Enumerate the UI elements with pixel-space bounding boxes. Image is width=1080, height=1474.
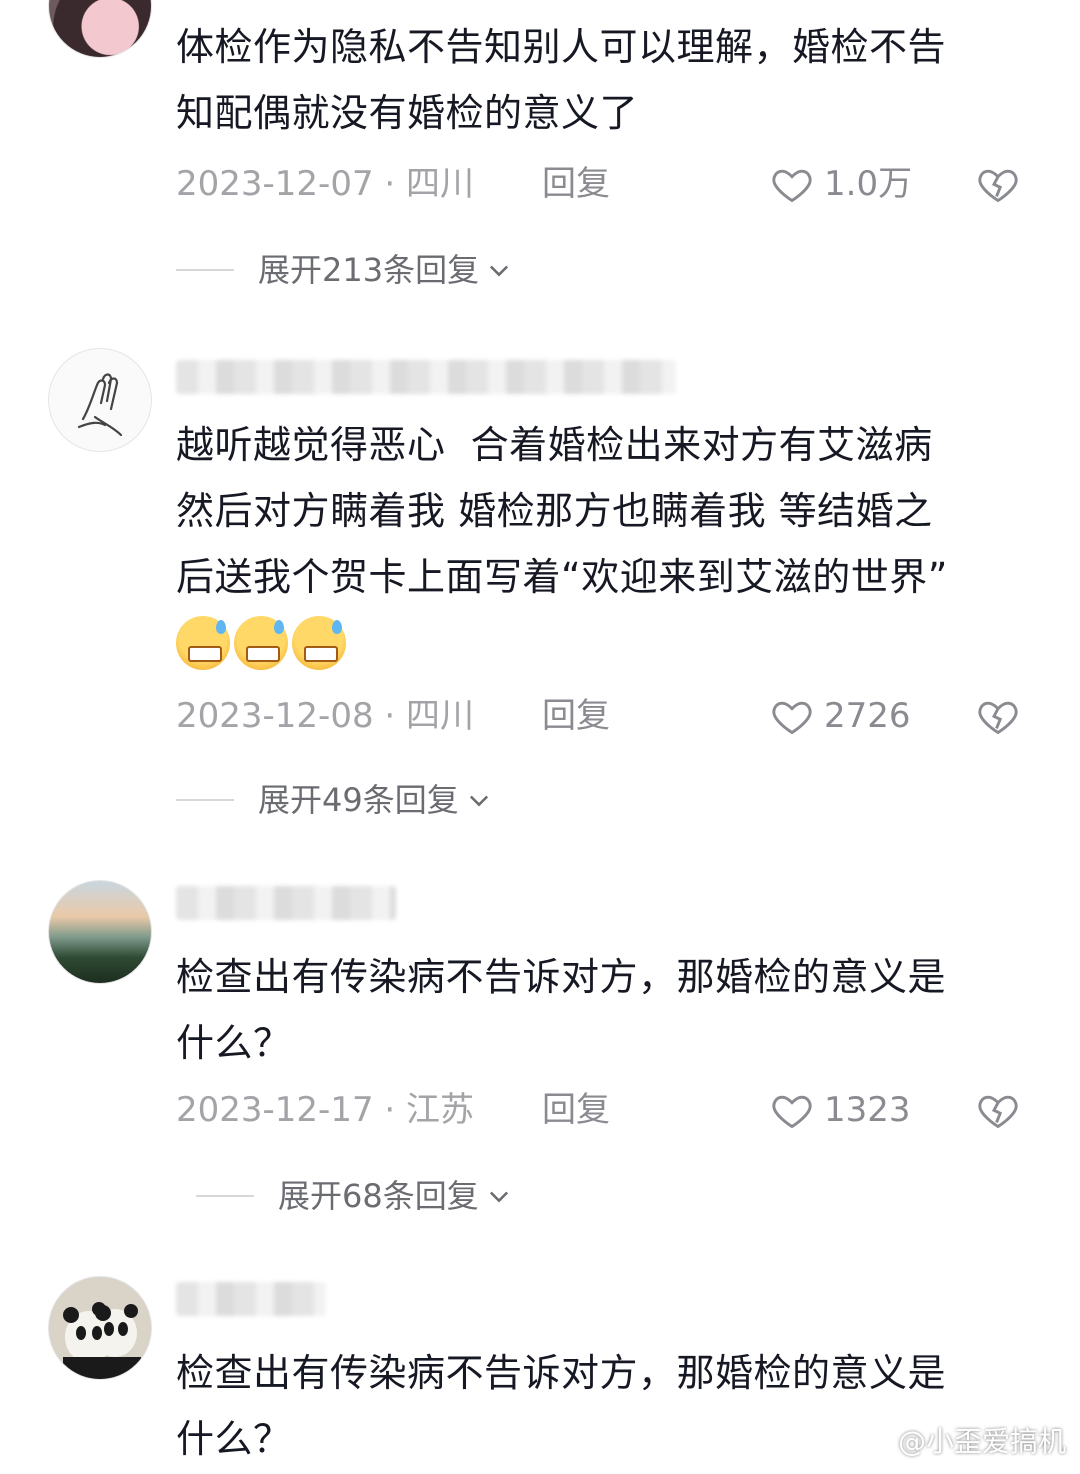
reply-button[interactable]: 回复 bbox=[542, 692, 610, 740]
chevron-down-icon bbox=[469, 795, 488, 807]
emoji-row bbox=[176, 616, 346, 670]
expand-replies[interactable]: 展开213条回复 bbox=[176, 246, 513, 294]
comment-date-location: 2023-12-07 · 四川 bbox=[176, 164, 475, 204]
expand-replies[interactable]: 展开68条回复 bbox=[196, 1172, 513, 1220]
expand-label: 展开49条回复 bbox=[258, 781, 459, 819]
grin-sweat-emoji bbox=[292, 616, 346, 670]
avatar[interactable] bbox=[48, 0, 152, 58]
comment-date-location: 2023-12-08 · 四川 bbox=[176, 696, 475, 736]
avatar[interactable] bbox=[48, 348, 152, 452]
like-count: 1.0万 bbox=[824, 164, 913, 204]
grin-sweat-emoji bbox=[176, 616, 230, 670]
dislike-button[interactable] bbox=[974, 162, 1022, 219]
broken-heart-icon bbox=[978, 701, 1018, 735]
like-count: 1323 bbox=[824, 1090, 911, 1130]
dislike-button[interactable] bbox=[974, 694, 1022, 751]
heart-outline-icon bbox=[772, 1095, 812, 1129]
comment-meta: 2023-12-08 · 四川 回复 2726 bbox=[176, 692, 1036, 740]
comment-text: 体检作为隐私不告知别人可以理解，婚检不告 知配偶就没有婚检的意义了 bbox=[176, 25, 947, 135]
hand-drawing-icon bbox=[77, 373, 123, 437]
avatar[interactable] bbox=[48, 1276, 152, 1380]
grin-sweat-emoji bbox=[234, 616, 288, 670]
avatar[interactable] bbox=[48, 880, 152, 984]
username-blurred[interactable] bbox=[176, 886, 396, 920]
dislike-button[interactable] bbox=[974, 1088, 1022, 1145]
comment-meta: 2023-12-17 · 江苏 回复 1323 bbox=[176, 1086, 1036, 1134]
like-button[interactable]: 1.0万 bbox=[770, 160, 912, 208]
divider-line bbox=[176, 799, 234, 801]
reply-button[interactable]: 回复 bbox=[542, 160, 610, 208]
watermark: @小歪爱搞机 bbox=[862, 1420, 1066, 1460]
divider-line bbox=[176, 269, 234, 271]
panda-photo-icon bbox=[63, 1302, 141, 1379]
watermark-text: @小歪爱搞机 bbox=[897, 1425, 1066, 1458]
expand-label: 展开68条回复 bbox=[278, 1177, 479, 1215]
expand-label: 展开213条回复 bbox=[258, 251, 480, 289]
comment-text: 检查出有传染病不告诉对方，那婚检的意义是 什么？ bbox=[176, 955, 947, 1065]
comment-meta: 2023-12-07 · 四川 回复 1.0万 bbox=[176, 160, 1036, 208]
broken-heart-icon bbox=[978, 1095, 1018, 1129]
heart-outline-icon bbox=[772, 169, 812, 203]
like-button[interactable]: 2726 bbox=[770, 692, 911, 740]
comment-date-location: 2023-12-17 · 江苏 bbox=[176, 1090, 475, 1130]
username-blurred[interactable] bbox=[176, 1282, 326, 1316]
heart-outline-icon bbox=[772, 701, 812, 735]
chevron-down-icon bbox=[489, 1191, 508, 1203]
comment-text: 越听越觉得恶心 合着婚检出来对方有艾滋病 然后对方瞒着我 婚检那方也瞒着我 等结… bbox=[176, 423, 948, 599]
username-blurred[interactable] bbox=[176, 360, 676, 394]
like-count: 2726 bbox=[824, 696, 911, 736]
expand-replies[interactable]: 展开49条回复 bbox=[176, 776, 493, 824]
like-button[interactable]: 1323 bbox=[770, 1086, 911, 1134]
weibo-logo-icon bbox=[863, 1428, 889, 1452]
divider-line bbox=[196, 1195, 254, 1197]
broken-heart-icon bbox=[978, 169, 1018, 203]
chevron-down-icon bbox=[490, 265, 509, 277]
reply-button[interactable]: 回复 bbox=[542, 1086, 610, 1134]
